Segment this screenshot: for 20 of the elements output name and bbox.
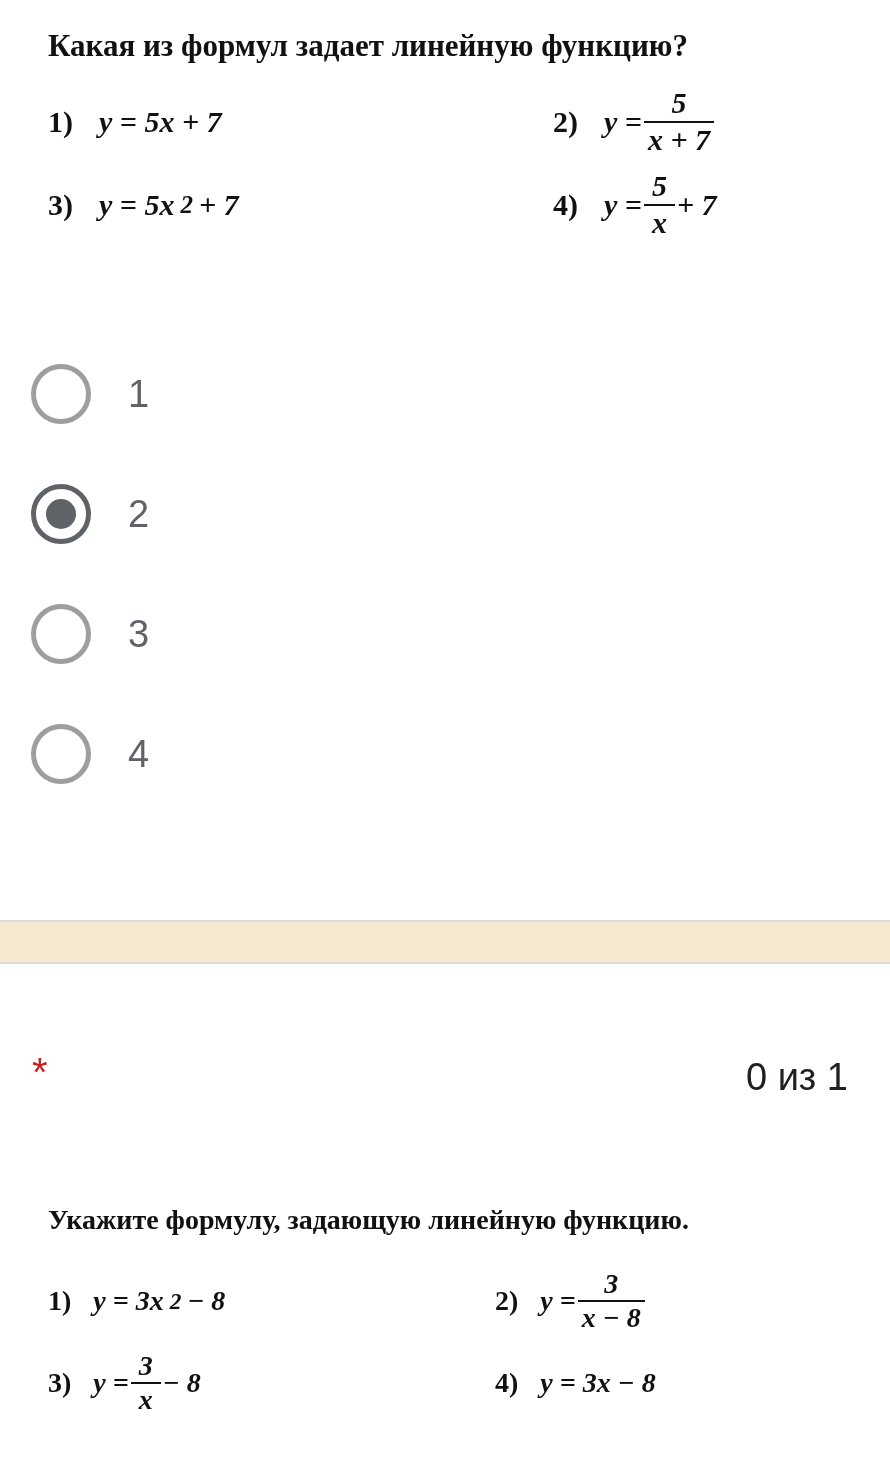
item-number: 4) xyxy=(553,187,578,222)
required-mark: * xyxy=(32,1050,48,1096)
radio-button[interactable] xyxy=(31,364,91,424)
item-number: 1) xyxy=(48,104,73,139)
radio-button[interactable] xyxy=(31,604,91,664)
item-number: 2) xyxy=(495,1285,519,1317)
item-number: 3) xyxy=(48,1367,72,1399)
radio-button[interactable] xyxy=(31,724,91,784)
option-label[interactable]: 2 xyxy=(128,492,150,536)
item-number: 1) xyxy=(48,1285,72,1317)
option-label[interactable]: 1 xyxy=(128,372,150,416)
option-label[interactable]: 3 xyxy=(128,612,150,656)
question-text: Какая из формул задает линейную функцию? xyxy=(48,28,689,64)
item-number: 4) xyxy=(495,1367,519,1399)
radio-button[interactable] xyxy=(31,484,91,544)
item-number: 2) xyxy=(553,104,578,139)
item-number: 3) xyxy=(48,187,73,222)
option-label[interactable]: 4 xyxy=(128,732,150,776)
question-text: Укажите формулу, задающую линейную функцию. xyxy=(48,1204,690,1236)
score-text: 0 из 1 xyxy=(745,1056,848,1100)
